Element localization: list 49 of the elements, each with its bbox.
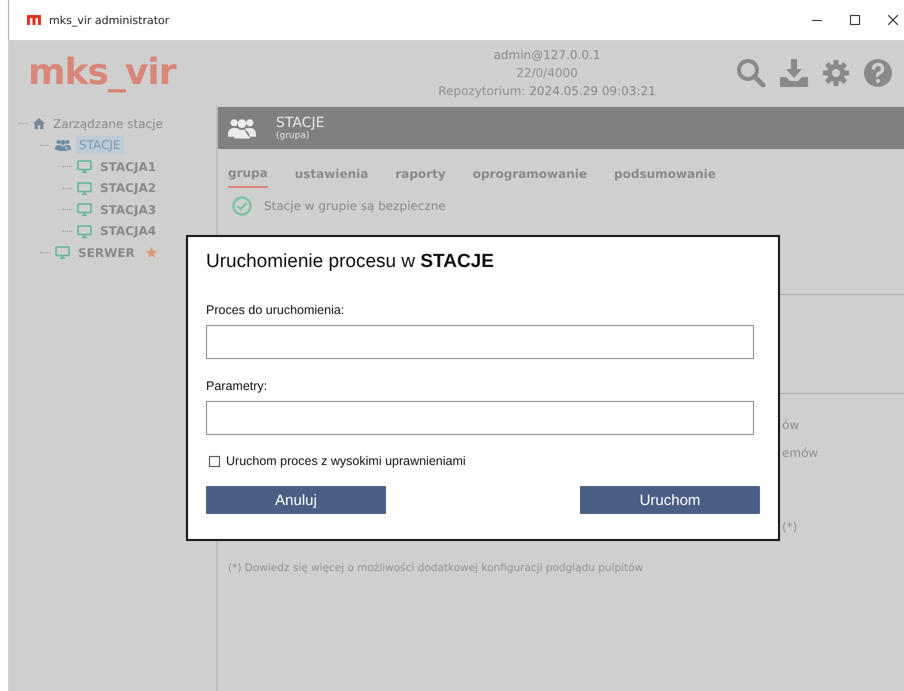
tab[interactable]: oprogramowanie <box>472 165 588 188</box>
field-label: Parametry: <box>206 379 268 393</box>
counts-text: 22/0/4000 <box>515 64 579 82</box>
settings-icon[interactable] <box>822 58 850 86</box>
tree-item[interactable]: STACJA3 <box>97 200 160 219</box>
tab[interactable]: podsumowanie <box>614 165 716 188</box>
repository-label: Repozytorium: <box>438 84 526 98</box>
panel-title: STACJE <box>276 116 324 130</box>
dialog-title: Uruchomienie procesu w STACJE <box>206 251 495 273</box>
tab[interactable]: grupa <box>228 165 268 188</box>
monitor-icon <box>77 224 92 238</box>
app-logo-icon <box>27 15 41 25</box>
close-icon[interactable] <box>888 15 898 25</box>
tree-item[interactable]: STACJA4 <box>97 222 160 240</box>
tree-item[interactable]: STACJA1 <box>97 158 160 176</box>
user-address: admin@127.0.0.1 <box>492 46 602 64</box>
repository-date: 2024.05.29 09:03:21 <box>529 84 656 98</box>
check-circle-icon <box>232 196 252 216</box>
monitor-icon <box>77 203 92 216</box>
tree-item[interactable]: Zarządzane stacje <box>50 114 166 133</box>
panel-subtitle: (grupa) <box>276 130 310 140</box>
monitor-icon <box>77 182 92 195</box>
users-icon <box>55 139 71 152</box>
field-label: Proces do uruchomienia: <box>206 303 346 317</box>
partial-text: (*) <box>782 520 798 534</box>
logo: mks_vir <box>28 52 178 93</box>
input-field[interactable] <box>206 325 754 359</box>
home-icon <box>33 118 45 130</box>
tree-item[interactable]: SERWER <box>75 244 138 262</box>
window-title: mks_vir administrator <box>49 14 170 26</box>
tree-item[interactable]: STACJE <box>76 136 124 154</box>
help-icon[interactable] <box>864 58 892 86</box>
input-field[interactable] <box>206 401 754 435</box>
footnote-text: (*) Dowiedz się więcej o możliwości dodatkowej konfiguracji podglądu pulpitów <box>228 562 644 574</box>
tab[interactable]: raporty <box>395 165 446 188</box>
checkbox[interactable] <box>209 456 220 466</box>
monitor-icon <box>55 246 70 260</box>
tab[interactable]: ustawienia <box>294 165 368 188</box>
partial-text: emów <box>782 446 818 460</box>
cancel-button[interactable]: Anuluj <box>206 486 386 514</box>
search-icon[interactable] <box>736 58 766 88</box>
monitor-icon <box>77 160 92 174</box>
checkbox-label[interactable]: Uruchom proces z wysokimi uprawnieniami <box>226 454 466 468</box>
partial-text: ów <box>782 418 800 432</box>
tree-item[interactable]: STACJA2 <box>97 179 160 198</box>
status-text: Stacje w grupie są bezpieczne <box>264 199 446 213</box>
run-button[interactable]: Uruchom <box>580 486 760 514</box>
maximize-icon[interactable] <box>850 15 860 25</box>
download-icon[interactable] <box>780 58 808 86</box>
